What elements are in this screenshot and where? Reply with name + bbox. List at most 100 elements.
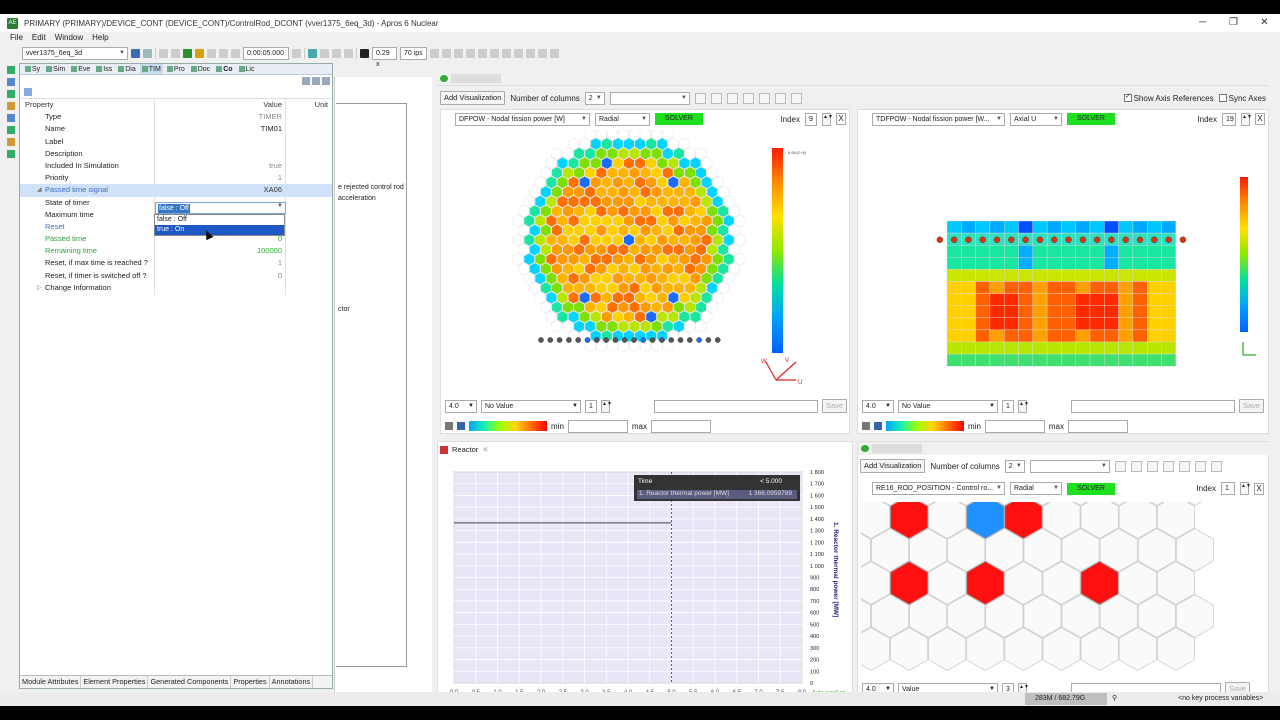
mode-select[interactable]: Radial ▼	[1010, 482, 1062, 495]
index-field[interactable]: 19	[1222, 112, 1236, 126]
pointer-icon[interactable]	[550, 49, 559, 58]
model-select[interactable]: vver1375_6eq_3d ▼	[22, 47, 128, 60]
step-icon[interactable]	[171, 49, 180, 58]
layer-spinner[interactable]: ▲▼	[1018, 399, 1029, 413]
trim-icon-1[interactable]	[7, 66, 15, 74]
distribute-icon[interactable]	[514, 49, 523, 58]
tab-properties[interactable]: Properties	[231, 676, 270, 688]
history-icon[interactable]	[332, 49, 341, 58]
refresh-icon[interactable]	[1146, 460, 1158, 472]
pin-icon[interactable]	[312, 77, 320, 85]
export-icon[interactable]	[742, 92, 754, 104]
table-row[interactable]: Description	[20, 148, 332, 160]
tab-element-properties[interactable]: Element Properties	[81, 676, 149, 688]
stop-icon[interactable]	[159, 49, 168, 58]
model-icon[interactable]	[131, 49, 140, 58]
min-input[interactable]	[567, 419, 628, 433]
tab-sy[interactable]: Sy	[23, 64, 42, 74]
text-icon[interactable]	[502, 49, 511, 58]
close-tab-icon[interactable]: ✕	[482, 445, 488, 454]
close-button[interactable]: ✕	[1249, 14, 1280, 32]
undo-icon[interactable]	[207, 49, 216, 58]
index-spinner[interactable]: ▲▼	[1240, 482, 1251, 495]
align-center-icon[interactable]	[442, 49, 451, 58]
search-icon[interactable]: ⚲	[1112, 692, 1117, 706]
tab-generated-components[interactable]: Generated Components	[148, 676, 232, 688]
move-icon[interactable]	[466, 49, 475, 58]
radial-hex-map[interactable]: 6.6K(E+8) W V U	[441, 130, 851, 390]
axial-power-map[interactable]	[858, 130, 1268, 390]
memory-indicator[interactable]: 283M / 682.79G	[1025, 693, 1107, 705]
layout-icon[interactable]	[1114, 460, 1126, 472]
tab-pro[interactable]: Pro	[165, 64, 187, 74]
color-a-icon[interactable]	[862, 422, 870, 430]
tab-lic[interactable]: Lic	[237, 64, 257, 74]
visualization-type-select[interactable]: ▼	[609, 91, 690, 105]
vis2-text-input[interactable]	[1071, 399, 1235, 413]
reload-icon[interactable]	[344, 49, 353, 58]
align-left-icon[interactable]	[430, 49, 439, 58]
zoom-icon[interactable]	[538, 49, 547, 58]
tab-co[interactable]: Co	[214, 64, 234, 74]
edit-icon[interactable]	[1194, 460, 1206, 472]
menu-window[interactable]: Window	[55, 32, 83, 44]
collapse-icon[interactable]	[24, 88, 32, 96]
value-mode-select[interactable]: No Value ▼	[481, 399, 581, 413]
filter-icon[interactable]	[302, 77, 310, 85]
trim-icon-7[interactable]	[7, 138, 15, 146]
play-icon[interactable]	[183, 49, 192, 58]
up-icon[interactable]	[1178, 460, 1190, 472]
variable-select[interactable]: RE16_ROD_POSITION - Control ro... ▼	[872, 482, 1005, 495]
index-field[interactable]: 1	[1221, 482, 1235, 495]
vis1-text-input[interactable]	[654, 399, 818, 413]
value-mode-select[interactable]: No Value ▼	[898, 399, 998, 413]
dropdown-option-off[interactable]: false : Off	[155, 215, 284, 225]
trim-icon-6[interactable]	[7, 126, 15, 134]
tab-module-attributes[interactable]: Module Attributes	[20, 676, 82, 688]
variable-select[interactable]: TDFPOW - Nodal fission power [W... ▼	[872, 112, 1005, 126]
edit-icon[interactable]	[774, 92, 786, 104]
time-field[interactable]: 0:00:05.000	[243, 47, 289, 60]
export-icon[interactable]	[1162, 460, 1174, 472]
tab-annotations[interactable]: Annotations	[270, 676, 314, 688]
reactor-tab[interactable]: Reactor ✕	[440, 443, 489, 456]
table-row[interactable]: Priority 1	[20, 172, 332, 184]
layer-input[interactable]: 1	[1002, 399, 1014, 413]
num-columns-select[interactable]: 2 ▼	[1004, 459, 1025, 473]
save-button[interactable]: Save	[1239, 399, 1265, 413]
view-menu-icon[interactable]	[322, 77, 330, 85]
table-row[interactable]: Label	[20, 136, 332, 148]
trim-icon-2[interactable]	[7, 78, 15, 86]
add-visualization-button[interactable]: Add Visualization	[860, 459, 926, 473]
minimize-button[interactable]: ─	[1187, 14, 1218, 32]
tab-iss[interactable]: Iss	[94, 64, 114, 74]
run-icon[interactable]	[195, 49, 204, 58]
tab-sim[interactable]: Sim	[44, 64, 67, 74]
table-row[interactable]: ▷ Change Information	[20, 282, 332, 294]
table-row[interactable]: Type TIMER	[20, 111, 332, 123]
rod-position-hex-map[interactable]	[861, 502, 1261, 677]
up-icon[interactable]	[758, 92, 770, 104]
resize-v-icon[interactable]	[490, 49, 499, 58]
variable-select[interactable]: DFPOW - Nodal fission power [W] ▼	[455, 112, 590, 126]
tab-doc[interactable]: Doc	[189, 64, 212, 74]
link-icon[interactable]	[143, 49, 152, 58]
min-input[interactable]	[984, 419, 1045, 433]
color-a-icon[interactable]	[445, 422, 453, 430]
menu-file[interactable]: File	[10, 32, 23, 44]
tab-tim[interactable]: TIM	[139, 64, 163, 74]
state-of-timer-dropdown[interactable]: false : Off ▼	[155, 202, 286, 214]
table-row[interactable]: Name TIM01	[20, 123, 332, 135]
table-row[interactable]: Reset, if max time is reached ? 1	[20, 257, 332, 269]
layer-input[interactable]: 1	[585, 399, 597, 413]
close-vis-button[interactable]: X	[1255, 113, 1265, 125]
palette-icon[interactable]	[457, 422, 465, 430]
menu-edit[interactable]: Edit	[32, 32, 46, 44]
redo-icon[interactable]	[219, 49, 228, 58]
monitor-icon[interactable]	[360, 49, 369, 58]
sync-axes-checkbox[interactable]: Sync Axes	[1218, 94, 1266, 103]
snapshot-icon[interactable]	[320, 49, 329, 58]
tab-eve[interactable]: Eve	[69, 64, 92, 74]
max-input[interactable]	[651, 419, 712, 433]
save-icon[interactable]	[308, 49, 317, 58]
